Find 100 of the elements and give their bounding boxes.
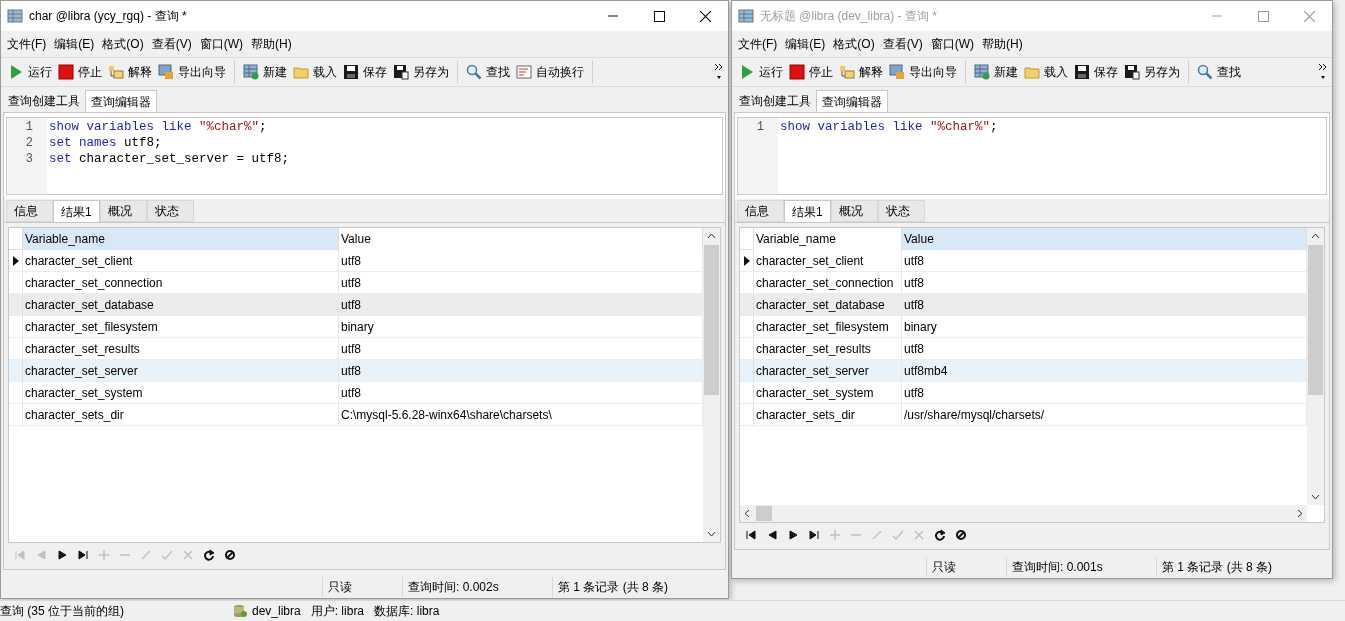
tab[interactable]: 结果1 (784, 200, 831, 222)
table-row[interactable]: character_set_system utf8 (740, 382, 1307, 404)
menu-item[interactable]: 帮助(H) (978, 35, 1027, 53)
toolbar-button[interactable]: 新建 (971, 60, 1021, 84)
toolbar-button[interactable]: 另存为 (390, 60, 452, 84)
column-header[interactable]: Value (902, 228, 1307, 250)
table-row[interactable]: character_set_system utf8 (9, 382, 703, 404)
next-record-icon[interactable] (56, 549, 68, 561)
table-row[interactable]: character_set_server utf8 (9, 360, 703, 382)
export-icon (889, 64, 905, 80)
scroll-up-icon (1311, 233, 1320, 239)
refresh-icon[interactable] (934, 529, 946, 541)
last-record-icon[interactable] (77, 549, 89, 561)
toolbar-button[interactable]: 查找 (463, 60, 513, 84)
stop-query-icon[interactable] (955, 529, 967, 541)
table-add-icon (243, 64, 259, 80)
toolbar-button[interactable]: 解释 (105, 60, 155, 84)
menu-item[interactable]: 窗口(W) (926, 35, 978, 53)
toolbar-button[interactable]: 载入 (290, 60, 340, 84)
column-header[interactable]: Variable_name (754, 228, 902, 250)
scrollbar-thumb[interactable] (704, 245, 719, 395)
tab[interactable]: 查询编辑器 (816, 90, 888, 112)
explain-icon (839, 64, 855, 80)
horizontal-scrollbar[interactable] (740, 505, 1307, 522)
connection-name: dev_libra (252, 603, 301, 620)
tab[interactable]: 结果1 (53, 200, 100, 222)
scrollbar-thumb[interactable] (756, 506, 772, 521)
last-record-icon[interactable] (808, 529, 820, 541)
scroll-left-icon (744, 509, 750, 518)
menu-item[interactable]: 格式(O) (829, 35, 879, 53)
maximize-icon (653, 10, 665, 22)
tab[interactable]: 信息 (6, 200, 53, 222)
menu-item[interactable]: 编辑(E) (781, 35, 830, 53)
table-row[interactable]: character_set_filesystem binary (740, 316, 1307, 338)
window-title: 无标题 @libra (dev_libra) - 查询 * (760, 8, 938, 25)
table-row[interactable]: character_sets_dir C:\mysql-5.6.28-winx64\share\charsets\ (9, 404, 703, 426)
menu-item[interactable]: 查看(V) (878, 35, 927, 53)
table-row[interactable]: character_set_client utf8 (740, 250, 1307, 272)
menu-item[interactable]: 查看(V) (147, 35, 196, 53)
table-row[interactable]: character_set_results utf8 (9, 338, 703, 360)
vertical-scrollbar[interactable] (1307, 228, 1324, 505)
table-row[interactable]: character_set_database utf8 (9, 294, 703, 316)
toolbar-button[interactable]: 导出向导 (155, 60, 229, 84)
scrollbar-thumb[interactable] (1308, 245, 1323, 395)
tab[interactable]: 概况 (100, 200, 147, 222)
table-row[interactable]: character_set_filesystem binary (9, 316, 703, 338)
column-header[interactable]: Value (339, 228, 703, 250)
toolbar-button[interactable]: 解释 (836, 60, 886, 84)
scroll-right-icon (1297, 509, 1303, 518)
status-text: 第 1 条记录 (共 8 条) (552, 577, 728, 597)
stop-icon (789, 64, 805, 80)
menu-item[interactable]: 帮助(H) (247, 35, 296, 53)
table-row[interactable]: character_set_results utf8 (740, 338, 1307, 360)
status-text: 第 1 条记录 (共 8 条) (1156, 557, 1332, 577)
toolbar-button[interactable]: 保存 (340, 60, 390, 84)
toolbar-button[interactable]: 导出向导 (886, 60, 960, 84)
next-record-icon[interactable] (787, 529, 799, 541)
tab[interactable]: 状态 (147, 200, 194, 222)
menu-item[interactable]: 文件(F) (3, 35, 51, 53)
toolbar-button[interactable]: 保存 (1071, 60, 1121, 84)
menu-item[interactable]: 编辑(E) (50, 35, 99, 53)
scroll-down-icon (1311, 494, 1320, 500)
column-header[interactable]: Variable_name (23, 228, 339, 250)
status-text: 查询 (35 位于当前的组) (0, 603, 125, 620)
menu-item[interactable]: 格式(O) (98, 35, 148, 53)
toolbar-button[interactable]: 查找 (1194, 60, 1244, 84)
vertical-scrollbar[interactable] (703, 228, 720, 542)
status-text: 查询时间: 0.002s (402, 577, 552, 597)
toolbar-button[interactable]: 运行 (5, 60, 55, 84)
table-row[interactable]: character_set_server utf8mb4 (740, 360, 1307, 382)
code-editor[interactable]: 1 show variables like "%char%"; (737, 117, 1327, 195)
toolbar-button[interactable]: 另存为 (1121, 60, 1183, 84)
toolbar-button[interactable]: 载入 (1021, 60, 1071, 84)
play-icon (739, 64, 755, 80)
tab[interactable]: 概况 (831, 200, 878, 222)
folder-icon (1024, 64, 1040, 80)
tab[interactable]: 信息 (737, 200, 784, 222)
table-row[interactable]: character_set_connection utf8 (9, 272, 703, 294)
tab[interactable]: 查询编辑器 (85, 90, 157, 112)
toolbar-button[interactable]: 新建 (240, 60, 290, 84)
menu-item[interactable]: 文件(F) (734, 35, 782, 53)
floppy-icon (343, 64, 359, 80)
toolbar-button[interactable]: 自动换行 (513, 60, 587, 84)
line-number: 1 (756, 119, 764, 135)
first-record-icon[interactable] (745, 529, 757, 541)
code-editor[interactable]: 1 2 3 show variables like "%char%"; set names utf8; set character_set_server = utf8; (6, 117, 723, 195)
refresh-icon[interactable] (203, 549, 215, 561)
menu-item[interactable]: 窗口(W) (195, 35, 247, 53)
table-row[interactable]: character_sets_dir /usr/share/mysql/charsets/ (740, 404, 1307, 426)
table-row[interactable]: character_set_database utf8 (740, 294, 1307, 316)
table-row[interactable]: character_set_connection utf8 (740, 272, 1307, 294)
tab[interactable]: 状态 (878, 200, 925, 222)
status-text: 查询时间: 0.001s (1006, 557, 1156, 577)
previous-record-icon[interactable] (766, 529, 778, 541)
table-row[interactable]: character_set_client utf8 (9, 250, 703, 272)
toolbar-button[interactable]: 运行 (736, 60, 786, 84)
status-text: 只读 (322, 577, 402, 597)
stop-query-icon[interactable] (224, 549, 236, 561)
toolbar-button[interactable]: 停止 (55, 60, 105, 84)
toolbar-button[interactable]: 停止 (786, 60, 836, 84)
